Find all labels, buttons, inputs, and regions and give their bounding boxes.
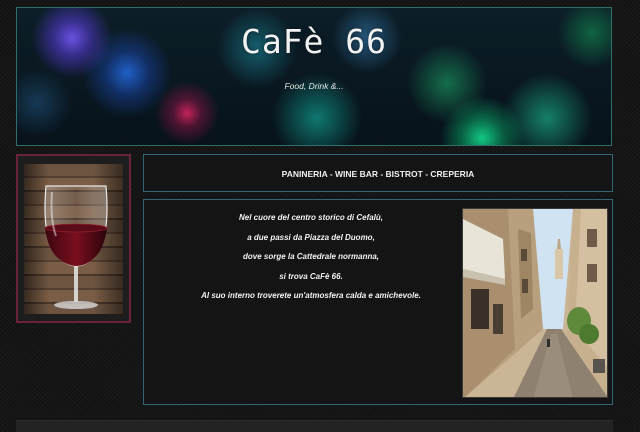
intro-line: Nel cuore del centro storico di Cefalù, — [238, 213, 384, 222]
street-photo-illustration — [463, 209, 607, 397]
intro-panel: Nel cuore del centro storico di Cefalù, … — [143, 199, 613, 405]
site-tagline: Food, Drink &... — [284, 81, 344, 91]
intro-line: a due passi da Piazza del Duomo, — [247, 232, 375, 242]
services-text: PANINERIA - WINE BAR - BISTROT - CREPERI… — [281, 169, 475, 179]
footer-strip — [16, 420, 613, 432]
street-photo — [462, 208, 608, 398]
wine-glass-image — [24, 164, 123, 314]
wine-glass-image-frame — [16, 154, 131, 323]
wine-glass-icon — [44, 185, 108, 309]
header-banner: CaFè 66 Food, Drink &... — [16, 7, 612, 146]
intro-line: si trova CaFè 66. — [279, 271, 343, 281]
intro-line: Al suo interno troverete un'atmosfera ca… — [201, 291, 421, 300]
intro-text: Nel cuore del centro storico di Cefalù, … — [158, 214, 464, 312]
site-title[interactable]: CaFè 66 — [17, 22, 611, 61]
services-bar: PANINERIA - WINE BAR - BISTROT - CREPERI… — [143, 154, 613, 192]
intro-line: dove sorge la Cattedrale normanna, — [242, 252, 380, 261]
